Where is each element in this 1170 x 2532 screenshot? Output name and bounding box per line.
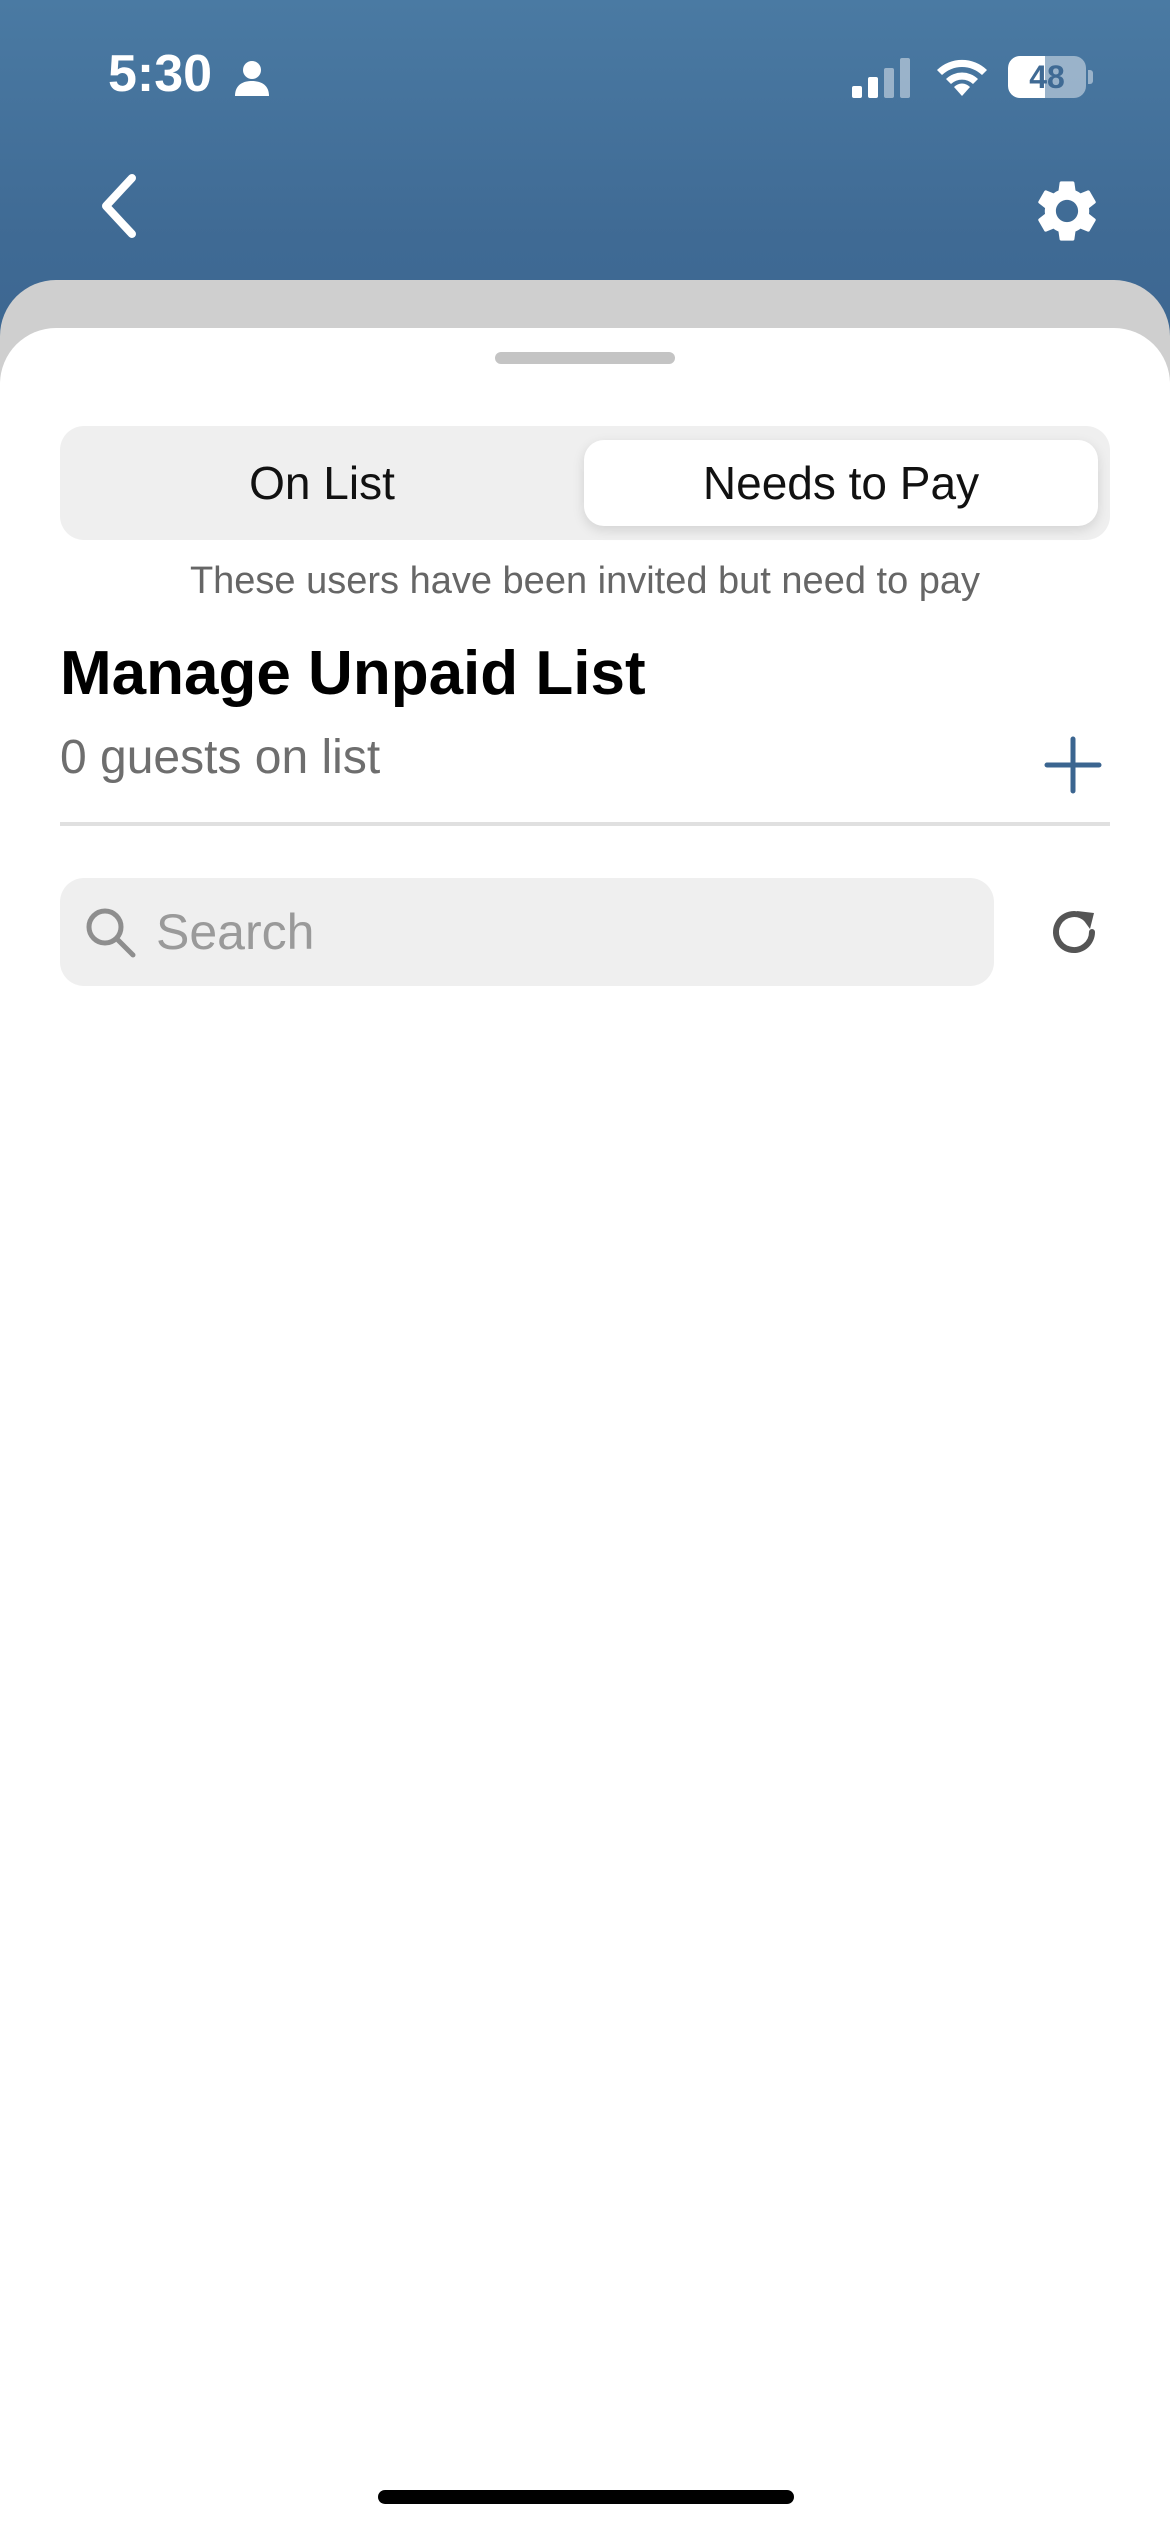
- plus-icon: [1044, 736, 1102, 794]
- info-description: These users have been invited but need t…: [189, 560, 981, 602]
- sheet-grabber-handle[interactable]: [495, 352, 675, 364]
- person-icon: [235, 61, 269, 96]
- cellular-signal-icon: [852, 58, 910, 98]
- divider: [60, 822, 1110, 826]
- battery-body: 48: [1008, 56, 1086, 98]
- battery-cap: [1088, 70, 1093, 84]
- refresh-icon: [1053, 911, 1096, 954]
- page-title: Manage Unpaid List: [60, 639, 646, 708]
- list-segmented-control: On List Needs to Pay: [60, 426, 1110, 540]
- gear-icon: [1038, 181, 1096, 241]
- refresh-button[interactable]: [1044, 902, 1104, 962]
- tab-needs-to-pay[interactable]: Needs to Pay: [584, 440, 1098, 526]
- search-icon: [86, 908, 136, 958]
- search-input[interactable]: [154, 878, 974, 986]
- chevron-left-icon: [102, 174, 136, 238]
- battery-indicator: 48: [1008, 56, 1093, 98]
- search-bar[interactable]: [60, 878, 994, 986]
- screen: 5:30 48 On List Needs to Pay These users…: [0, 0, 1170, 2532]
- status-bar: 5:30 48: [0, 0, 1170, 150]
- battery-percentage: 48: [1029, 59, 1065, 95]
- add-guest-button[interactable]: [1044, 736, 1102, 794]
- guest-count: 0 guests on list: [60, 731, 381, 784]
- tab-on-list[interactable]: On List: [60, 426, 584, 540]
- settings-button[interactable]: [1030, 174, 1104, 248]
- wifi-icon: [937, 59, 987, 96]
- status-time: 5:30: [108, 45, 213, 103]
- home-indicator[interactable]: [378, 2490, 794, 2504]
- back-button[interactable]: [88, 168, 152, 244]
